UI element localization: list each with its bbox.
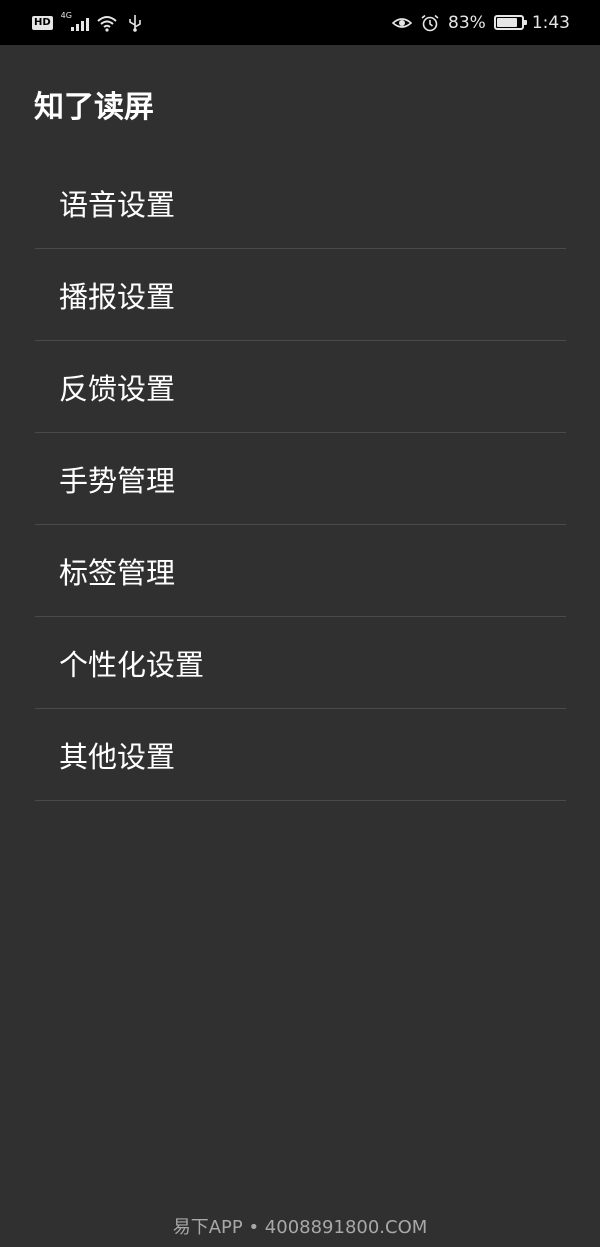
battery-icon bbox=[493, 15, 527, 30]
cellular-signal-icon: 4G bbox=[61, 11, 89, 31]
menu-item-voice-settings[interactable]: 语音设置 bbox=[0, 157, 600, 249]
menu-item-other-settings[interactable]: 其他设置 bbox=[0, 709, 600, 801]
menu-item-broadcast-settings[interactable]: 播报设置 bbox=[0, 249, 600, 341]
status-bar: HD 4G 83% 1:43 bbox=[0, 0, 600, 45]
menu-item-personalization-settings[interactable]: 个性化设置 bbox=[0, 617, 600, 709]
settings-menu: 语音设置 播报设置 反馈设置 手势管理 标签管理 个性化设置 其他设置 bbox=[0, 157, 600, 801]
menu-item-label: 语音设置 bbox=[59, 188, 176, 222]
hd-badge: HD bbox=[32, 15, 53, 30]
menu-item-label-management[interactable]: 标签管理 bbox=[0, 525, 600, 617]
page-title: 知了读屏 bbox=[34, 90, 154, 125]
menu-item-label: 播报设置 bbox=[59, 280, 176, 314]
menu-item-label: 个性化设置 bbox=[59, 648, 205, 682]
menu-item-feedback-settings[interactable]: 反馈设置 bbox=[0, 341, 600, 433]
menu-item-label: 其他设置 bbox=[59, 740, 176, 774]
menu-item-label: 标签管理 bbox=[59, 556, 176, 590]
wifi-icon bbox=[97, 15, 117, 32]
menu-item-label: 反馈设置 bbox=[59, 372, 176, 406]
menu-item-gesture-management[interactable]: 手势管理 bbox=[0, 433, 600, 525]
status-bar-left: HD 4G bbox=[32, 11, 145, 32]
usb-icon bbox=[128, 14, 141, 32]
battery-percent: 83% bbox=[448, 12, 486, 33]
alarm-icon bbox=[421, 14, 439, 31]
status-bar-right: 83% 1:43 bbox=[392, 13, 570, 33]
watermark: 易下APP • 4008891800.COM bbox=[172, 1217, 428, 1238]
divider bbox=[35, 800, 566, 801]
clock: 1:43 bbox=[531, 12, 570, 33]
menu-item-label: 手势管理 bbox=[59, 464, 176, 498]
battery-fill bbox=[496, 18, 517, 27]
network-type-label: 4G bbox=[60, 10, 72, 20]
eye-comfort-icon bbox=[392, 17, 413, 28]
